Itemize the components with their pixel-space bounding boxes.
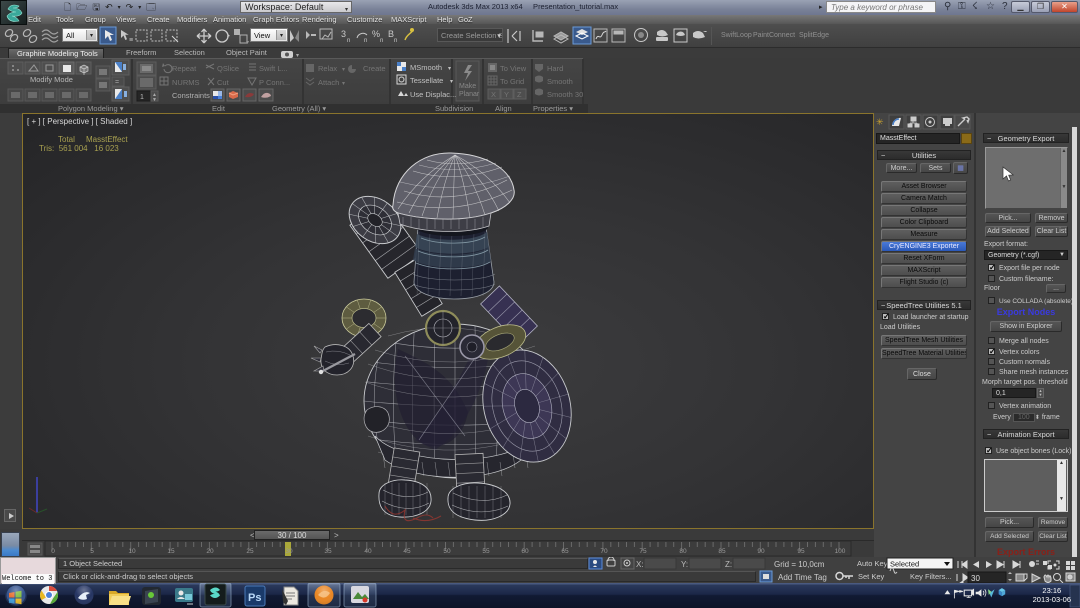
svg-text:Swift L...: Swift L...: [259, 64, 288, 73]
svg-text:1: 1: [140, 94, 144, 101]
svg-text:MSmooth: MSmooth: [410, 63, 442, 72]
svg-text:Z: Z: [517, 90, 522, 99]
svg-text:Cut: Cut: [217, 78, 230, 87]
svg-text:Attach: Attach: [318, 78, 339, 87]
svg-text:▾: ▾: [342, 81, 345, 87]
svg-text:X:: X:: [636, 560, 644, 569]
svg-text:n: n: [394, 38, 397, 44]
svg-text:▾: ▾: [450, 79, 453, 85]
svg-text:Modify Mode: Modify Mode: [30, 75, 73, 84]
svg-text:30: 30: [971, 574, 980, 583]
svg-text:P Conn...: P Conn...: [259, 78, 290, 87]
svg-text:X: X: [491, 90, 496, 99]
svg-text:Key Filters...: Key Filters...: [910, 572, 952, 581]
svg-text:≡: ≡: [129, 37, 133, 44]
svg-text:Add Time Tag: Add Time Tag: [778, 573, 827, 582]
svg-text:Ps: Ps: [248, 592, 261, 604]
svg-text:Y: Y: [504, 90, 509, 99]
svg-text:3: 3: [341, 29, 346, 39]
svg-text:To View: To View: [500, 64, 527, 73]
svg-text:▾: ▾: [342, 67, 345, 73]
svg-text:Tessellate: Tessellate: [410, 76, 443, 85]
svg-text:Set Key: Set Key: [858, 572, 885, 581]
svg-text:Z:: Z:: [725, 560, 732, 569]
svg-text:▾: ▾: [448, 66, 451, 72]
svg-text:▾: ▾: [246, 40, 249, 46]
svg-text:Y:: Y:: [681, 560, 688, 569]
svg-text:Selected: Selected: [890, 560, 919, 569]
svg-text:Repeat: Repeat: [172, 64, 197, 73]
svg-text:n: n: [347, 38, 350, 44]
svg-text:Hard: Hard: [547, 64, 563, 73]
svg-text:✳: ✳: [876, 117, 884, 127]
svg-text:Grid = 10,0cm: Grid = 10,0cm: [774, 560, 825, 569]
svg-text:Smooth: Smooth: [547, 77, 573, 86]
svg-text:Planar: Planar: [459, 91, 480, 98]
svg-text:n: n: [380, 38, 383, 44]
svg-text:Smooth 30: Smooth 30: [547, 90, 583, 99]
svg-text:Constraints:: Constraints:: [172, 91, 212, 100]
svg-text:Make: Make: [459, 83, 476, 90]
svg-text:Create: Create: [363, 64, 386, 73]
svg-text:Auto Key: Auto Key: [857, 559, 888, 568]
svg-text:QSlice: QSlice: [217, 64, 239, 73]
svg-text:Use Displac...: Use Displac...: [410, 90, 456, 99]
svg-text:Relax: Relax: [318, 64, 337, 73]
svg-text:%: %: [372, 29, 380, 39]
svg-text:=: =: [115, 79, 119, 86]
svg-text:To Grid: To Grid: [500, 77, 524, 86]
svg-text:n: n: [364, 38, 367, 44]
svg-text:▼: ▼: [152, 97, 157, 103]
svg-text:NURMS: NURMS: [172, 78, 200, 87]
